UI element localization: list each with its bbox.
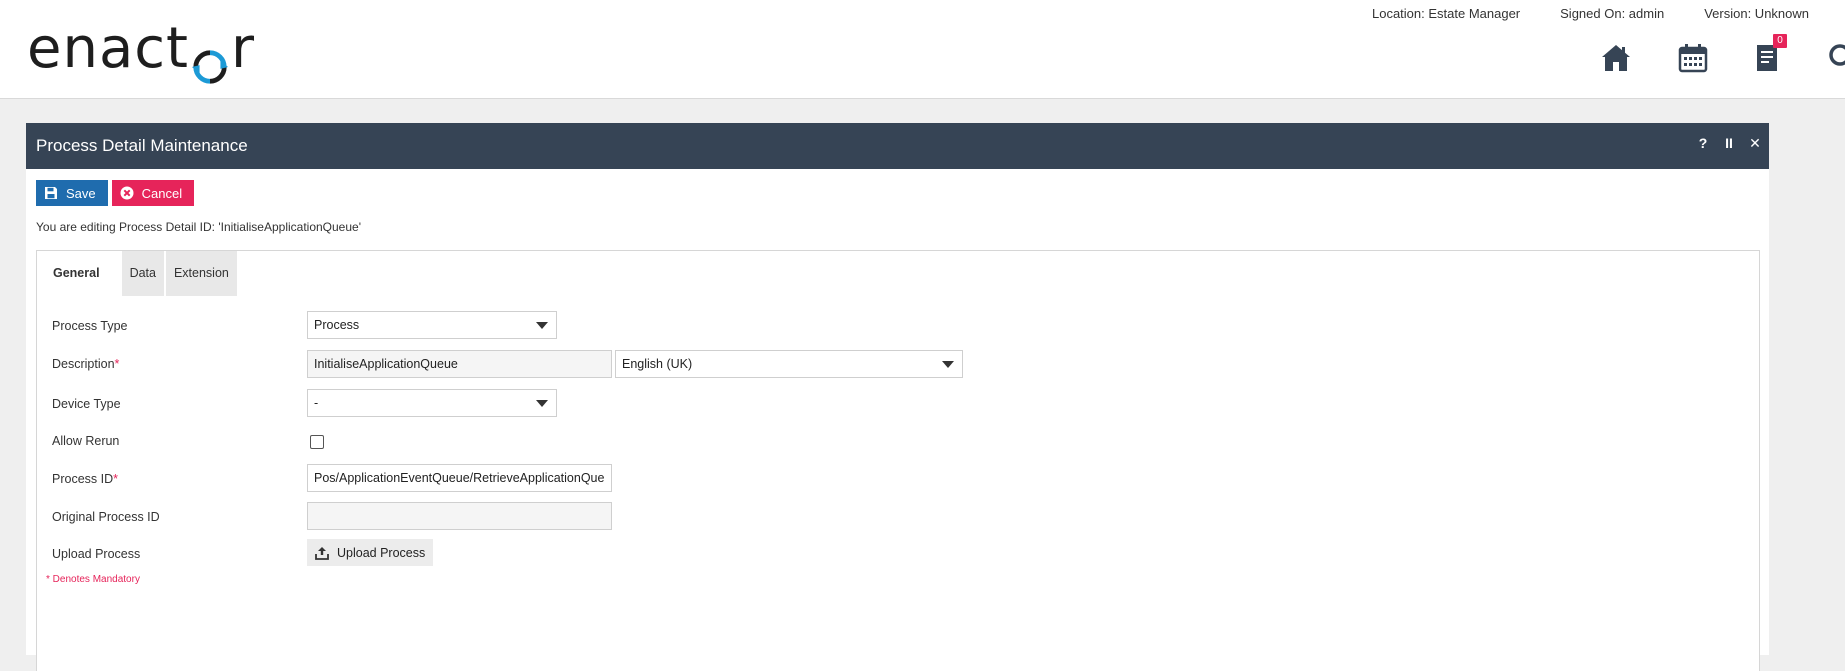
chevron-down-icon	[942, 361, 954, 368]
cancel-button-label: Cancel	[141, 185, 183, 201]
app-header: enact r Location: Estate Manager Signed …	[0, 0, 1845, 99]
language-value: English (UK)	[622, 357, 693, 371]
mandatory-note: * Denotes Mandatory	[46, 574, 140, 585]
save-button-label: Save	[66, 185, 96, 201]
cancel-button[interactable]: Cancel	[111, 180, 195, 206]
tab-bar: General Data Extension	[44, 251, 239, 296]
help-icon[interactable]: ?	[1697, 135, 1709, 152]
language-select[interactable]: English (UK)	[615, 350, 963, 378]
tab-data[interactable]: Data	[121, 251, 164, 296]
save-button[interactable]: Save	[36, 180, 108, 206]
signed-on-text: Signed On: admin	[1560, 6, 1665, 21]
mandatory-marker: *	[113, 472, 119, 486]
calendar-icon[interactable]	[1675, 40, 1711, 76]
device-type-value: -	[314, 396, 319, 410]
mandatory-marker: *	[114, 357, 120, 371]
device-type-select[interactable]: -	[307, 389, 557, 417]
process-type-select[interactable]: Process	[307, 311, 557, 339]
chevron-down-icon	[536, 400, 548, 407]
action-toolbar: Save Cancel	[36, 180, 195, 206]
logo-text-left: enact	[27, 16, 190, 81]
document-icon[interactable]: 0	[1749, 34, 1787, 76]
version-text: Version: Unknown	[1704, 6, 1809, 21]
original-process-id-input[interactable]	[307, 502, 612, 530]
location-text: Location: Estate Manager	[1371, 6, 1521, 21]
cancel-circle-icon	[120, 186, 134, 200]
form-container: General Data Extension Process Type Proc…	[36, 250, 1760, 671]
process-type-value: Process	[314, 318, 360, 332]
document-badge: 0	[1773, 34, 1787, 48]
home-icon[interactable]	[1598, 40, 1634, 76]
close-icon[interactable]: ✕	[1749, 135, 1761, 152]
tab-extension[interactable]: Extension	[165, 251, 237, 296]
allow-rerun-checkbox[interactable]	[310, 435, 324, 449]
search-icon[interactable]	[1825, 40, 1845, 76]
upload-process-button-label: Upload Process	[337, 545, 426, 560]
device-type-label: Device Type	[52, 397, 121, 411]
chevron-down-icon	[536, 322, 548, 329]
floppy-disk-icon	[45, 187, 57, 199]
logo-text-right: r	[231, 16, 256, 81]
edit-message: You are editing Process Detail ID: 'Init…	[36, 220, 361, 234]
logo-refresh-icon	[191, 33, 229, 84]
original-process-id-label: Original Process ID	[52, 510, 160, 524]
allow-rerun-label: Allow Rerun	[52, 434, 120, 448]
process-detail-panel: Process Detail Maintenance ? II ✕ Save C…	[26, 123, 1769, 671]
header-toolbar: 0	[1485, 34, 1845, 80]
page-title: Process Detail Maintenance	[36, 136, 248, 155]
pause-icon[interactable]: II	[1723, 135, 1735, 152]
upload-icon	[315, 546, 329, 560]
process-id-input[interactable]	[307, 464, 612, 492]
panel-title-bar: Process Detail Maintenance ? II ✕	[26, 123, 1769, 169]
session-info: Location: Estate Manager Signed On: admi…	[1372, 6, 1809, 21]
enactor-logo: enact r	[27, 14, 255, 84]
tab-general[interactable]: General	[44, 251, 120, 296]
description-input[interactable]	[307, 350, 612, 378]
upload-process-label: Upload Process	[52, 547, 141, 561]
process-type-label: Process Type	[52, 319, 128, 333]
process-id-label: Process ID*	[52, 472, 119, 486]
panel-actions: ? II ✕	[1697, 135, 1761, 152]
upload-process-button[interactable]: Upload Process	[307, 539, 434, 566]
description-label: Description*	[52, 357, 120, 371]
